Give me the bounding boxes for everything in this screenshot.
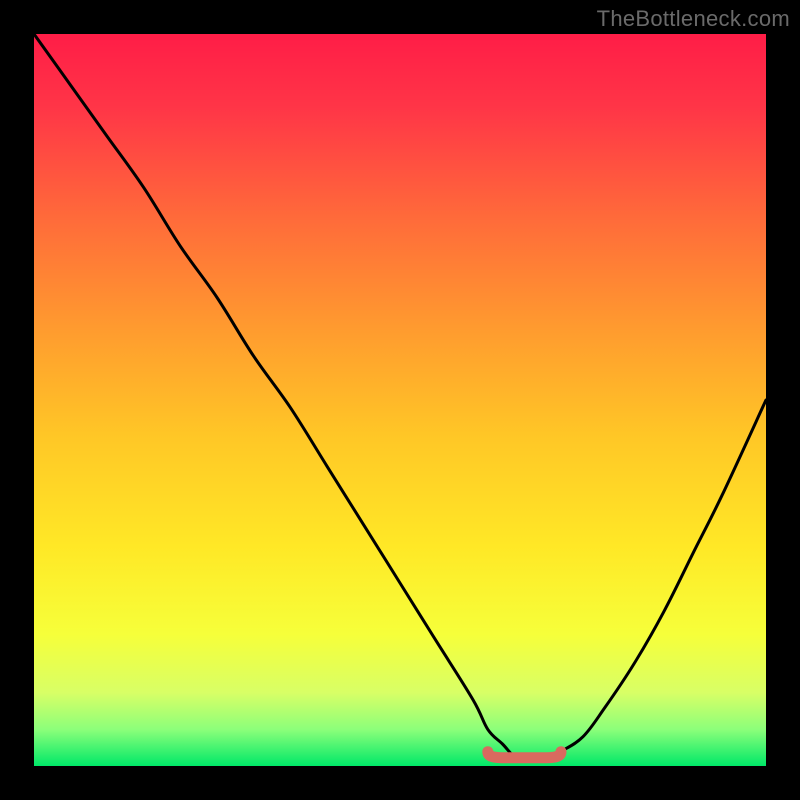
min-plateau-marker xyxy=(488,752,561,758)
watermark-text: TheBottleneck.com xyxy=(597,6,790,32)
bottleneck-chart xyxy=(34,34,766,766)
plot-area xyxy=(34,34,766,766)
chart-frame: TheBottleneck.com xyxy=(0,0,800,800)
gradient-background xyxy=(34,34,766,766)
